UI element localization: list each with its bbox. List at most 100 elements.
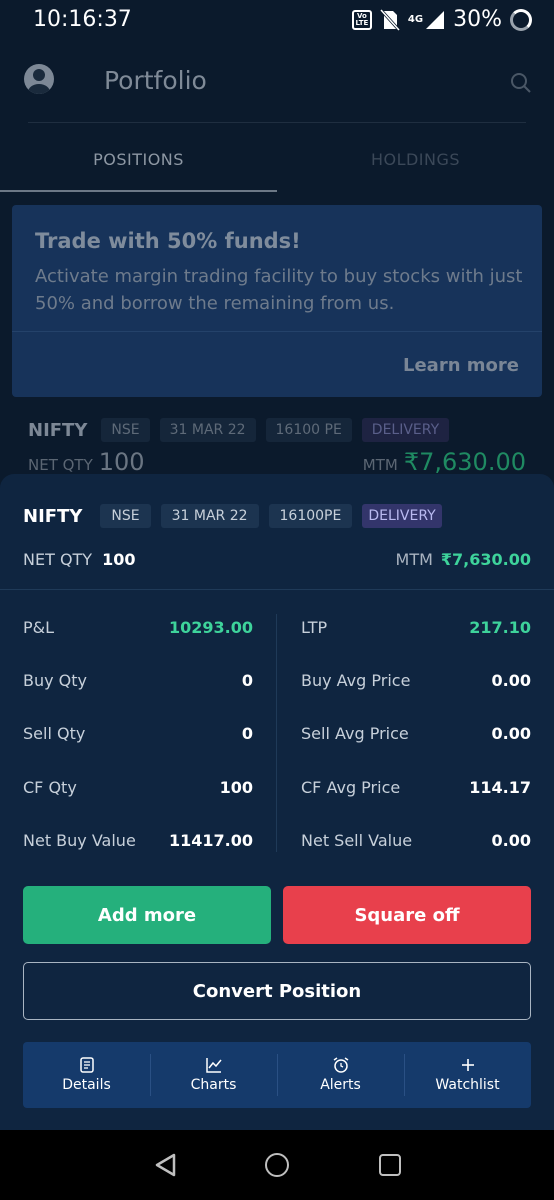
stat-label: CF Qty (23, 778, 77, 797)
expiry-tag: 31 MAR 22 (159, 418, 256, 442)
no-sim-icon (379, 8, 400, 31)
stat-value: 217.10 (469, 618, 531, 637)
document-icon (79, 1057, 94, 1073)
stat-label: Sell Qty (23, 724, 86, 743)
position-row-qty: NET QTY 100 (28, 448, 145, 476)
system-nav-bar (0, 1130, 554, 1200)
sheet-symbol-row: NIFTY NSE 31 MAR 22 16100PE DELIVERY (23, 504, 442, 528)
stat-value: 100 (219, 778, 253, 797)
net-qty-label: NET QTY (28, 456, 93, 474)
action-label: Charts (190, 1077, 237, 1093)
stat-sell-qty: Sell Qty 0 (23, 724, 253, 743)
action-bar: Details Charts Alerts Watchlist (23, 1042, 531, 1108)
details-action[interactable]: Details (23, 1042, 150, 1108)
position-symbol: NIFTY (28, 419, 88, 441)
recents-icon[interactable] (379, 1154, 401, 1176)
stat-net-buy-value: Net Buy Value 11417.00 (23, 831, 253, 850)
promo-divider (12, 331, 542, 332)
sheet-net-qty-label: NET QTY (23, 550, 93, 569)
sheet-mtm-value: ₹7,630.00 (440, 550, 531, 569)
signal-icon (426, 10, 445, 29)
action-label: Alerts (320, 1077, 361, 1093)
sheet-net-qty-value: 100 (102, 550, 136, 569)
sheet-net-qty: NET QTY 100 (23, 550, 135, 569)
sheet-divider (0, 589, 554, 590)
charts-action[interactable]: Charts (150, 1042, 277, 1108)
stat-value: 0.00 (491, 671, 531, 690)
sheet-exchange-tag: NSE (100, 504, 151, 528)
stat-cf-avg-price: CF Avg Price 114.17 (301, 778, 531, 797)
position-row-header[interactable]: NIFTY NSE 31 MAR 22 16100 PE DELIVERY (28, 418, 450, 442)
header-divider (28, 122, 526, 123)
sheet-symbol: NIFTY (23, 505, 83, 527)
back-icon[interactable] (153, 1152, 179, 1178)
action-label: Details (62, 1077, 111, 1093)
stat-sell-avg-price: Sell Avg Price 0.00 (301, 724, 531, 743)
stat-value: 0.00 (491, 724, 531, 743)
portfolio-background: Portfolio POSITIONS HOLDINGS Trade with … (0, 44, 554, 476)
stat-value: 11417.00 (168, 831, 253, 850)
stat-value: 10293.00 (168, 618, 253, 637)
alerts-action[interactable]: Alerts (277, 1042, 404, 1108)
stat-label: Net Sell Value (301, 831, 413, 850)
plus-icon (461, 1059, 474, 1071)
stat-net-sell-value: Net Sell Value 0.00 (301, 831, 531, 850)
stat-value: 0 (241, 671, 253, 690)
stat-ltp: LTP 217.10 (301, 618, 531, 637)
volte-icon: Vo LTE (351, 9, 372, 30)
stat-label: Sell Avg Price (301, 724, 409, 743)
stats-column-divider (276, 614, 277, 852)
square-off-button[interactable]: Square off (283, 886, 531, 944)
tab-positions[interactable]: POSITIONS (0, 150, 277, 169)
stat-value: 0 (241, 724, 253, 743)
mtm-label: MTM (362, 456, 398, 474)
margin-promo-card: Trade with 50% funds! Activate margin tr… (12, 205, 542, 397)
watchlist-action[interactable]: Watchlist (404, 1042, 531, 1108)
stat-value: 114.17 (469, 778, 531, 797)
search-icon[interactable] (510, 72, 532, 94)
stat-buy-avg-price: Buy Avg Price 0.00 (301, 671, 531, 690)
sheet-expiry-tag: 31 MAR 22 (160, 504, 259, 528)
position-detail-sheet: NIFTY NSE 31 MAR 22 16100PE DELIVERY NET… (0, 474, 554, 1130)
learn-more-link[interactable]: Learn more (403, 355, 519, 376)
active-tab-indicator (0, 190, 277, 192)
stat-label: CF Avg Price (301, 778, 401, 797)
page-title: Portfolio (104, 66, 207, 95)
stat-label: Net Buy Value (23, 831, 136, 850)
position-row-mtm: MTM ₹7,630.00 (363, 448, 526, 476)
promo-title: Trade with 50% funds! (35, 229, 301, 253)
sheet-mtm: MTM ₹7,630.00 (396, 550, 531, 569)
battery-ring-icon (510, 8, 532, 31)
action-label: Watchlist (435, 1077, 500, 1093)
stat-label: Buy Qty (23, 671, 88, 690)
sheet-strike-tag: 16100PE (268, 504, 353, 528)
battery-percent: 30% (453, 7, 502, 32)
promo-text: Activate margin trading facility to buy … (35, 266, 523, 314)
tab-holdings[interactable]: HOLDINGS (277, 150, 554, 169)
profile-avatar-icon[interactable] (24, 64, 54, 94)
stat-buy-qty: Buy Qty 0 (23, 671, 253, 690)
status-bar: 10:16:37 Vo LTE 4G 30% (0, 0, 554, 44)
stat-value: 0.00 (491, 831, 531, 850)
stat-label: LTP (301, 618, 328, 637)
alarm-clock-icon (333, 1057, 348, 1073)
net-qty-value: 100 (98, 448, 145, 476)
stat-label: P&L (23, 618, 55, 637)
home-icon[interactable] (265, 1153, 289, 1177)
network-indicator: 4G (408, 10, 445, 30)
stat-cf-qty: CF Qty 100 (23, 778, 253, 797)
sheet-product-tag: DELIVERY (362, 504, 442, 528)
status-icons: Vo LTE 4G 30% (351, 7, 532, 32)
mtm-value: ₹7,630.00 (403, 448, 526, 476)
network-type: 4G (407, 14, 424, 25)
strike-tag: 16100 PE (265, 418, 352, 442)
stat-label: Buy Avg Price (301, 671, 411, 690)
convert-position-button[interactable]: Convert Position (23, 962, 531, 1020)
stat-pnl: P&L 10293.00 (23, 618, 253, 637)
chart-icon (205, 1058, 222, 1073)
sheet-mtm-label: MTM (395, 550, 433, 569)
add-more-button[interactable]: Add more (23, 886, 271, 944)
status-time: 10:16:37 (33, 7, 132, 32)
exchange-tag: NSE (101, 418, 150, 442)
product-tag: DELIVERY (361, 418, 450, 442)
